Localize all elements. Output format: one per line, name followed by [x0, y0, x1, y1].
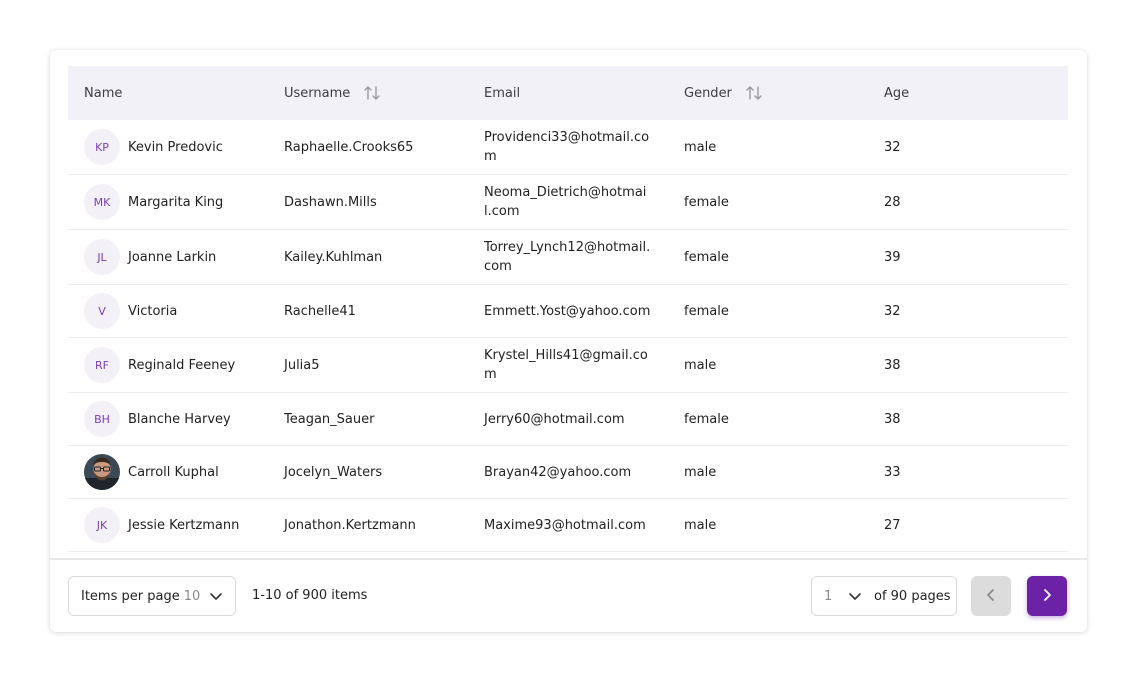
cell-name: V Victoria [68, 293, 268, 329]
avatar: JK [84, 507, 120, 543]
items-per-page-value: 10 [183, 588, 201, 604]
cell-gender: female [684, 249, 729, 265]
cell-age: 33 [884, 464, 901, 480]
pagination-footer: Items per page 10 1-10 of 900 items 1 of… [50, 558, 1087, 632]
page-select[interactable]: 1 of 90 pages [811, 576, 957, 616]
cell-name: MK Margarita King [68, 184, 268, 220]
table-row[interactable]: V Victoria Rachelle41 Emmett.Yost@yahoo.… [68, 285, 1068, 338]
cell-gender: male [684, 517, 717, 533]
column-header-age: Age [884, 85, 910, 101]
sort-arrows-icon[interactable] [746, 86, 762, 100]
avatar: JL [84, 239, 120, 275]
data-table: Name Username Email Gender Age KP Kevin [68, 66, 1068, 558]
cell-name: KP Kevin Predovic [68, 129, 268, 165]
cell-email: Torrey_Lynch12@hotmail.com [484, 240, 651, 274]
avatar-photo [84, 454, 120, 490]
cell-age: 39 [884, 249, 901, 265]
cell-email: Jerry60@hotmail.com [484, 411, 625, 427]
table-row[interactable]: Carroll Kuphal Jocelyn_Waters Brayan42@y… [68, 446, 1068, 499]
cell-email: Maxime93@hotmail.com [484, 517, 646, 533]
cell-email: Neoma_Dietrich@hotmail.com [484, 185, 647, 219]
cell-username: Rachelle41 [284, 303, 356, 319]
avatar: KP [84, 129, 120, 165]
table-row[interactable]: KP Kevin Predovic Raphaelle.Crooks65 Pro… [68, 120, 1068, 175]
cell-username: Dashawn.Mills [284, 194, 377, 210]
cell-username: Raphaelle.Crooks65 [284, 139, 414, 155]
cell-username: Jocelyn_Waters [284, 464, 383, 480]
items-range-text: 1-10 of 900 items [252, 588, 368, 603]
cell-name: BH Blanche Harvey [68, 401, 268, 437]
total-pages-text: of 90 pages [874, 588, 951, 604]
avatar: RF [84, 347, 120, 383]
table-row[interactable]: JK Jessie Kertzmann Jonathon.Kertzmann M… [68, 499, 1068, 552]
column-header-name: Name [84, 85, 123, 101]
next-page-button[interactable] [1027, 576, 1067, 616]
cell-age: 27 [884, 517, 901, 533]
cell-username: Teagan_Sauer [284, 411, 375, 427]
cell-username: Julia5 [284, 357, 320, 373]
cell-age: 28 [884, 194, 901, 210]
cell-email: Krystel_Hills41@gmail.com [484, 348, 648, 382]
avatar: MK [84, 184, 120, 220]
cell-name: JL Joanne Larkin [68, 239, 268, 275]
cell-username: Jonathon.Kertzmann [284, 517, 416, 533]
cell-name: Carroll Kuphal [68, 454, 268, 490]
cell-name: JK Jessie Kertzmann [68, 507, 268, 543]
current-page-value: 1 [824, 588, 833, 604]
cell-email: Emmett.Yost@yahoo.com [484, 303, 651, 319]
avatar: BH [84, 401, 120, 437]
cell-name: RF Reginald Feeney [68, 347, 268, 383]
cell-email: Providenci33@hotmail.com [484, 130, 650, 164]
cell-gender: female [684, 303, 729, 319]
cell-age: 38 [884, 357, 901, 373]
cell-gender: female [684, 194, 729, 210]
cell-email: Brayan42@yahoo.com [484, 464, 632, 480]
data-table-card: Name Username Email Gender Age KP Kevin [50, 50, 1087, 632]
items-per-page-select[interactable]: Items per page 10 [68, 576, 236, 616]
cell-username: Kailey.Kuhlman [284, 249, 383, 265]
table-header: Name Username Email Gender Age [68, 66, 1068, 120]
column-header-username[interactable]: Username [268, 86, 468, 101]
cell-gender: male [684, 357, 717, 373]
table-row[interactable]: JL Joanne Larkin Kailey.Kuhlman Torrey_L… [68, 230, 1068, 285]
items-per-page-label: Items per page [81, 588, 180, 604]
table-row[interactable]: RF Reginald Feeney Julia5 Krystel_Hills4… [68, 338, 1068, 393]
table-row[interactable]: BH Blanche Harvey Teagan_Sauer Jerry60@h… [68, 393, 1068, 446]
cell-age: 32 [884, 139, 901, 155]
chevron-left-icon [985, 588, 997, 605]
cell-age: 38 [884, 411, 901, 427]
cell-gender: female [684, 411, 729, 427]
cell-gender: male [684, 464, 717, 480]
chevron-right-icon [1041, 588, 1053, 605]
column-header-gender[interactable]: Gender [668, 86, 868, 101]
cell-age: 32 [884, 303, 901, 319]
sort-arrows-icon[interactable] [364, 86, 380, 100]
table-body: KP Kevin Predovic Raphaelle.Crooks65 Pro… [68, 120, 1068, 552]
chevron-down-icon[interactable] [209, 589, 223, 607]
chevron-down-icon[interactable] [848, 589, 862, 603]
previous-page-button[interactable] [971, 576, 1011, 616]
column-header-email: Email [484, 85, 521, 101]
avatar: V [84, 293, 120, 329]
table-row[interactable]: MK Margarita King Dashawn.Mills Neoma_Di… [68, 175, 1068, 230]
cell-gender: male [684, 139, 717, 155]
